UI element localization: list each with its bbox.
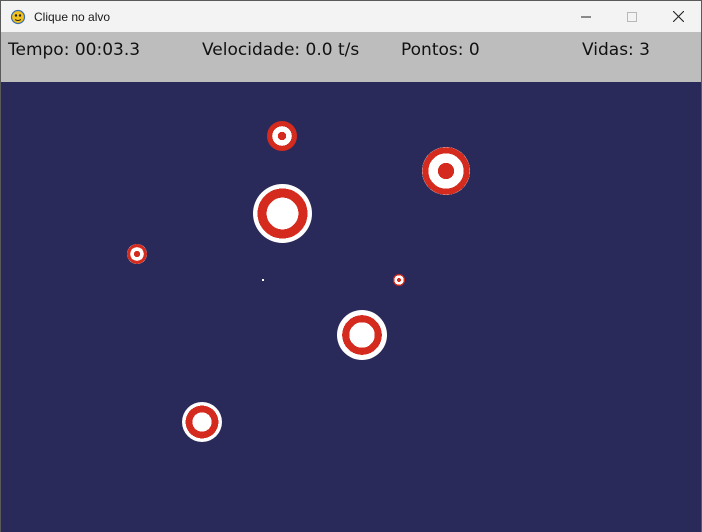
minimize-icon	[581, 16, 591, 17]
maximize-icon	[627, 11, 637, 22]
target[interactable]	[127, 244, 147, 264]
target[interactable]	[337, 310, 387, 360]
score-readout: Pontos: 0	[401, 40, 480, 60]
minimize-button[interactable]	[563, 1, 609, 32]
close-icon	[672, 11, 684, 22]
maximize-button[interactable]	[609, 1, 655, 32]
speed-readout: Velocidade: 0.0 t/s	[202, 40, 360, 60]
mouse-cursor-dot	[262, 279, 264, 281]
target[interactable]	[253, 184, 312, 243]
window-title: Clique no alvo	[34, 9, 111, 24]
target[interactable]	[393, 274, 405, 286]
close-button[interactable]	[655, 1, 701, 32]
window-controls	[563, 1, 701, 32]
title-bar[interactable]: Clique no alvo	[1, 1, 701, 32]
pygame-snake-icon	[10, 9, 26, 25]
game-window: Clique no alvo Tempo: 00:03.3 Velocidade…	[0, 0, 702, 532]
target[interactable]	[182, 402, 222, 442]
time-readout: Tempo: 00:03.3	[8, 40, 141, 60]
hud-bar: Tempo: 00:03.3 Velocidade: 0.0 t/s Ponto…	[1, 32, 701, 82]
playfield[interactable]	[1, 82, 701, 532]
lives-readout: Vidas: 3	[582, 40, 650, 60]
target[interactable]	[267, 121, 297, 151]
target[interactable]	[422, 147, 470, 195]
